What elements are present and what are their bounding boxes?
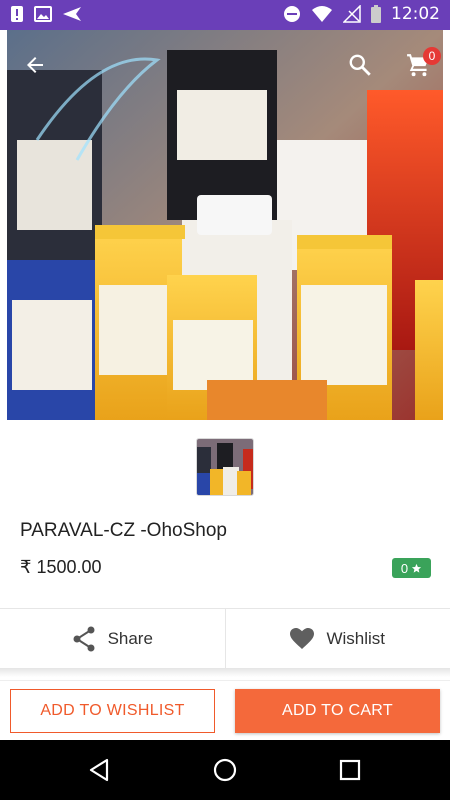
do-not-disturb-icon (284, 6, 300, 22)
share-button[interactable]: Share (0, 609, 225, 668)
add-to-wishlist-button[interactable]: ADD TO WISHLIST (10, 689, 215, 733)
status-bar: 12:02 (0, 0, 450, 30)
share-icon (73, 626, 95, 651)
back-button[interactable] (20, 50, 50, 80)
add-to-cart-button[interactable]: ADD TO CART (235, 689, 440, 733)
star-icon (412, 563, 422, 573)
product-title: PARAVAL-CZ -OhoShop (20, 520, 227, 541)
nav-home-button[interactable] (210, 755, 240, 785)
product-price: ₹ 1500.00 (20, 557, 102, 577)
arrow-back-icon (27, 57, 43, 73)
square-recents-icon (339, 759, 361, 781)
nav-back-button[interactable] (84, 755, 114, 785)
no-signal-icon (343, 5, 361, 23)
bottom-action-bar: ADD TO WISHLIST ADD TO CART (0, 680, 450, 740)
wishlist-button[interactable]: Wishlist (224, 609, 450, 668)
share-label: Share (107, 628, 153, 648)
system-nav-bar (0, 740, 450, 800)
search-button[interactable] (345, 50, 375, 80)
battery-icon (371, 5, 381, 23)
rating-badge: 0 (392, 558, 431, 578)
product-thumbnail[interactable] (196, 438, 254, 496)
image-icon (34, 6, 52, 22)
action-row: Share Wishlist (0, 608, 450, 669)
nav-recents-button[interactable] (335, 755, 365, 785)
alert-icon (11, 6, 23, 22)
wifi-icon (312, 6, 332, 22)
rating-value: 0 (400, 560, 409, 576)
clock: 12:02 (391, 4, 440, 24)
triangle-back-icon (89, 758, 109, 782)
search-icon (349, 54, 371, 76)
heart-icon (290, 627, 315, 649)
circle-home-icon (213, 758, 237, 782)
cart-count-badge: 0 (423, 47, 441, 65)
send-icon (63, 7, 81, 21)
divider (0, 669, 450, 677)
wishlist-label: Wishlist (326, 628, 386, 648)
product-image[interactable] (7, 30, 443, 420)
